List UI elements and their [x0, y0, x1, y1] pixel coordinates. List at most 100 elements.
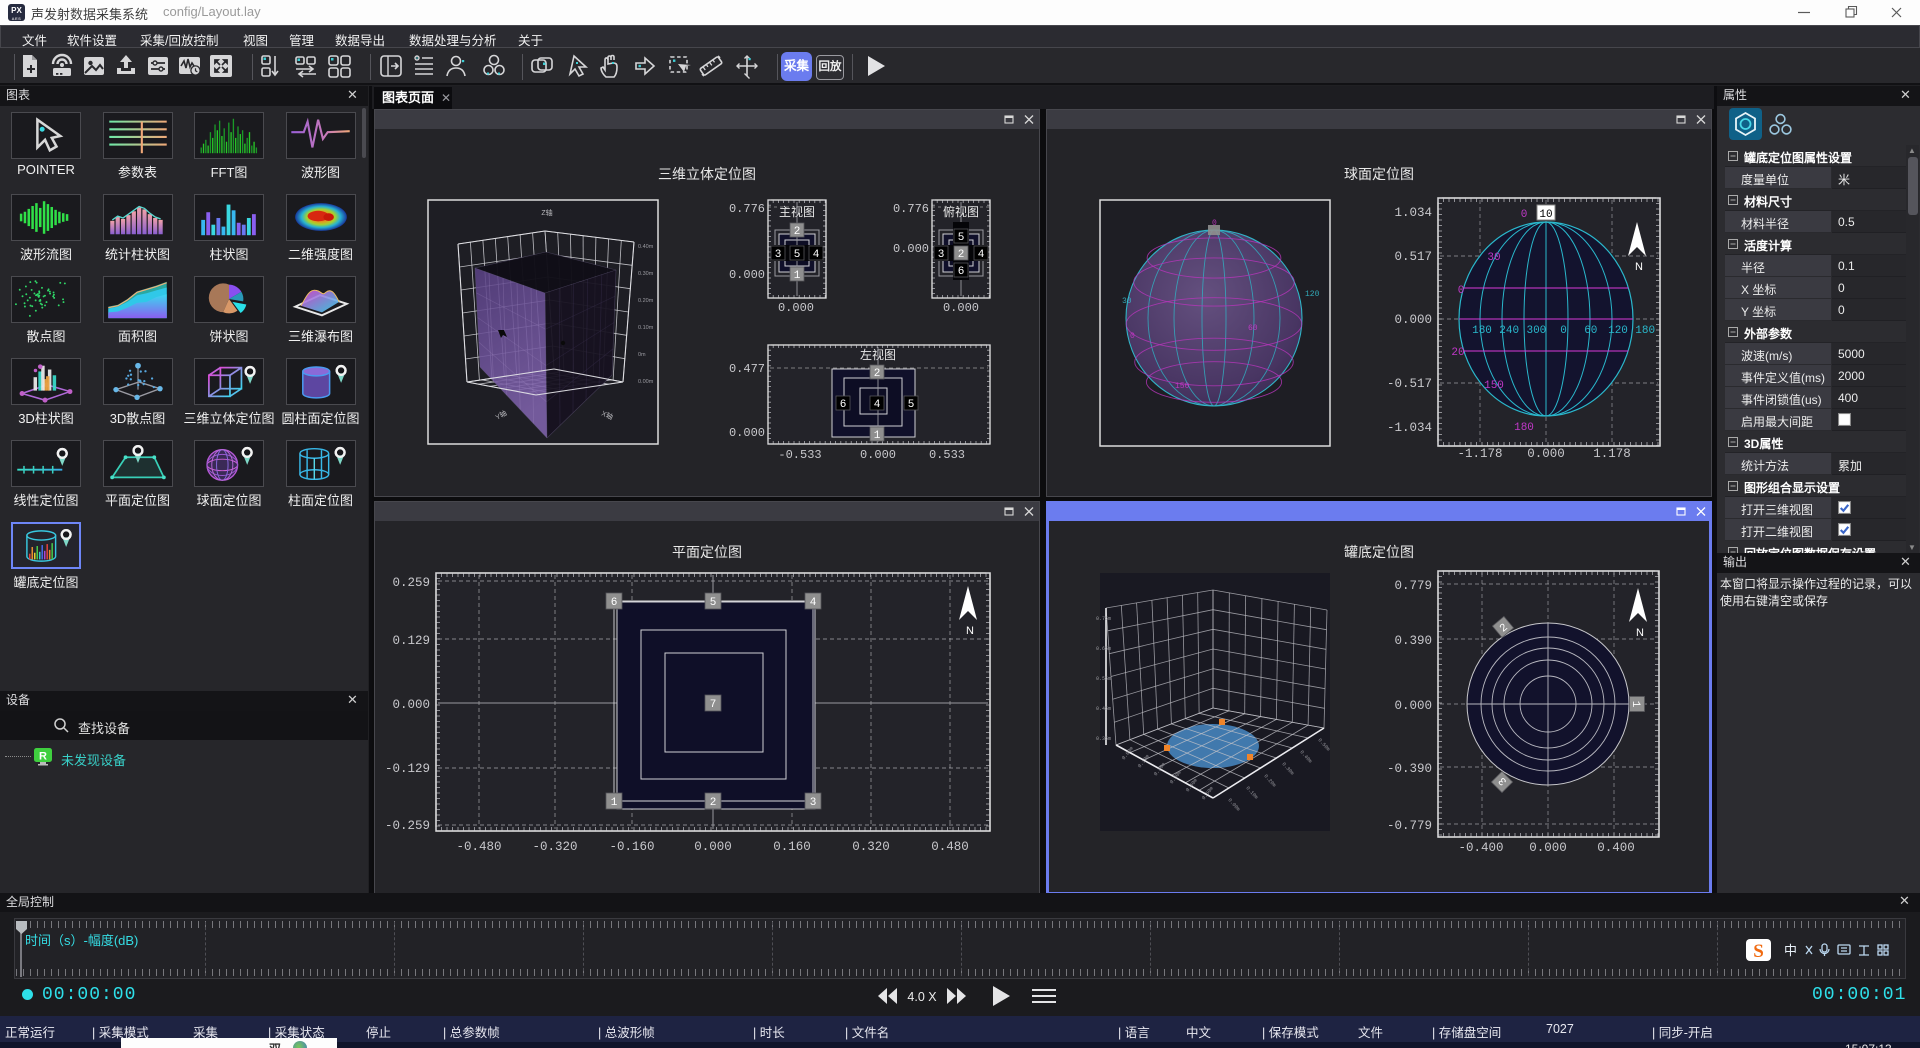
svg-text:30: 30: [1487, 252, 1500, 264]
svg-text:0.20m: 0.20m: [638, 298, 654, 304]
svg-text:0.480: 0.480: [931, 840, 969, 854]
svg-text:0.779: 0.779: [1394, 579, 1432, 593]
svg-text:0.75m: 0.75m: [1096, 616, 1111, 622]
svg-text:0.000: 0.000: [392, 698, 430, 712]
svg-text:0.000: 0.000: [1394, 313, 1432, 327]
svg-text:7: 7: [710, 699, 717, 711]
svg-text:3: 3: [810, 797, 817, 809]
svg-text:5: 5: [794, 249, 801, 261]
svg-text:0.129: 0.129: [392, 634, 430, 648]
svg-text:0.000: 0.000: [729, 268, 765, 282]
svg-text:5: 5: [710, 597, 717, 609]
svg-text:0.000: 0.000: [1394, 699, 1432, 713]
svg-text:-0.480: -0.480: [456, 840, 501, 854]
svg-text:Z轴: Z轴: [541, 208, 552, 217]
svg-text:0.55m: 0.55m: [1096, 676, 1111, 682]
svg-text:1: 1: [874, 430, 881, 442]
svg-text:-0.400: -0.400: [1458, 841, 1503, 855]
svg-text:1.034: 1.034: [1394, 206, 1432, 220]
svg-text:120: 120: [1305, 290, 1320, 299]
svg-text:0.776: 0.776: [893, 202, 929, 216]
svg-text:0: 0: [1212, 219, 1217, 228]
svg-text:0.000: 0.000: [860, 448, 896, 462]
svg-text:N: N: [966, 625, 974, 637]
svg-text:0.40m: 0.40m: [638, 244, 654, 250]
svg-text:-0.160: -0.160: [609, 840, 654, 854]
svg-text:6: 6: [958, 266, 965, 278]
svg-text:6: 6: [840, 399, 847, 411]
svg-text:0.259: 0.259: [392, 576, 430, 590]
svg-text:6: 6: [611, 597, 618, 609]
svg-text:-0.259: -0.259: [385, 819, 430, 833]
svg-text:2: 2: [874, 368, 881, 380]
svg-text:180: 180: [1514, 422, 1534, 434]
svg-text:-0.533: -0.533: [778, 448, 821, 462]
svg-text:1.178: 1.178: [1593, 447, 1631, 461]
svg-text:0.000: 0.000: [694, 840, 732, 854]
svg-text:3: 3: [938, 249, 945, 261]
svg-text:180: 180: [1472, 325, 1492, 337]
svg-text:0: 0: [1521, 209, 1528, 221]
svg-text:0.000: 0.000: [1529, 841, 1567, 855]
svg-text:300: 300: [1526, 325, 1546, 337]
svg-text:-1.178: -1.178: [1457, 447, 1502, 461]
svg-text:0.477: 0.477: [729, 362, 765, 376]
svg-text:240: 240: [1499, 325, 1519, 337]
svg-text:-0.779: -0.779: [1387, 819, 1432, 833]
svg-text:0: 0: [1458, 285, 1465, 297]
svg-text:-1.034: -1.034: [1387, 421, 1432, 435]
svg-text:2: 2: [794, 226, 801, 238]
svg-text:2: 2: [958, 249, 965, 261]
svg-text:0.000: 0.000: [1527, 447, 1565, 461]
svg-text:0.000: 0.000: [943, 301, 979, 315]
svg-text:0: 0: [1130, 332, 1135, 341]
svg-text:1: 1: [794, 270, 801, 282]
svg-text:30: 30: [1122, 297, 1132, 306]
svg-text:0.160: 0.160: [773, 840, 811, 854]
svg-text:-0.129: -0.129: [385, 762, 430, 776]
svg-text:0.000: 0.000: [778, 301, 814, 315]
svg-text:5: 5: [958, 232, 965, 244]
svg-text:180: 180: [1635, 325, 1655, 337]
svg-text:1: 1: [611, 797, 618, 809]
svg-text:20: 20: [1451, 347, 1464, 359]
svg-text:4: 4: [978, 249, 985, 261]
svg-text:60: 60: [1584, 325, 1597, 337]
svg-text:150: 150: [1175, 382, 1190, 391]
svg-text:0m: 0m: [638, 352, 646, 358]
svg-text:0: 0: [1560, 325, 1567, 337]
svg-text:-0.320: -0.320: [532, 840, 577, 854]
svg-text:0.517: 0.517: [1394, 250, 1432, 264]
svg-text:4: 4: [874, 399, 881, 411]
svg-text:10: 10: [1539, 209, 1552, 221]
svg-text:4.0 X: 4.0 X: [907, 990, 937, 1004]
svg-text:5: 5: [908, 399, 915, 411]
svg-text:60: 60: [1248, 324, 1258, 333]
svg-text:0.45m: 0.45m: [1096, 706, 1111, 712]
svg-text:0.533: 0.533: [929, 448, 965, 462]
svg-text:中: 中: [1784, 943, 1797, 958]
svg-text:2: 2: [710, 797, 717, 809]
svg-text:R: R: [39, 751, 47, 763]
svg-text:0.30m: 0.30m: [638, 271, 654, 277]
svg-text:S: S: [1753, 941, 1764, 962]
svg-text:4: 4: [810, 597, 817, 609]
svg-text:1: 1: [1629, 701, 1641, 708]
svg-text:4: 4: [813, 249, 820, 261]
svg-text:-0.390: -0.390: [1387, 762, 1432, 776]
svg-text:0.390: 0.390: [1394, 634, 1432, 648]
svg-text:0.35m: 0.35m: [1096, 736, 1111, 742]
svg-text:3: 3: [775, 249, 782, 261]
svg-text:0.10m: 0.10m: [638, 325, 654, 331]
svg-text:0.65m: 0.65m: [1096, 646, 1111, 652]
svg-text:0.00m: 0.00m: [638, 379, 654, 385]
svg-text:-0.517: -0.517: [1387, 377, 1432, 391]
svg-text:0.400: 0.400: [1597, 841, 1635, 855]
svg-text:0.320: 0.320: [852, 840, 890, 854]
svg-text:150: 150: [1484, 380, 1504, 392]
svg-text:0.776: 0.776: [729, 202, 765, 216]
svg-text:0.000: 0.000: [729, 426, 765, 440]
svg-text:0.000: 0.000: [893, 242, 929, 256]
svg-text:N: N: [1636, 627, 1644, 639]
svg-text:120: 120: [1608, 325, 1628, 337]
